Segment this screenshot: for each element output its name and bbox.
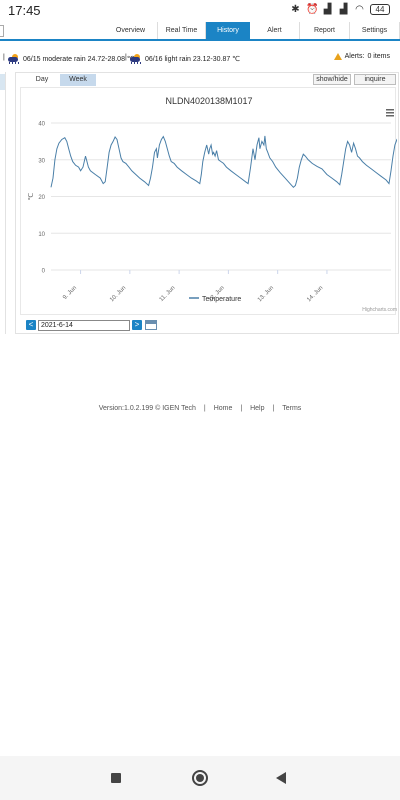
alerts-count: 0 items [367, 53, 390, 60]
footer-link-terms[interactable]: Terms [282, 405, 301, 412]
home-button[interactable] [192, 770, 208, 786]
tab-history[interactable]: History [206, 22, 250, 40]
rain-sun-icon [8, 54, 20, 64]
history-panel: Day Week show/hide inquire 0 10 20 30 40 9. … [15, 72, 399, 334]
signal-icon: ▟ [339, 4, 348, 15]
chart-svg: 010203040 9. Jun 10. Jun 11. Jun 12. Jun 13.… [28, 96, 397, 313]
tab-real-time[interactable]: Real Time [158, 22, 206, 40]
x-tick-label: 11. Jun [159, 285, 177, 303]
y-tick-label: 40 [38, 122, 45, 128]
wifi-icon: ◠ [355, 4, 364, 15]
footer: Version:1.0.2.199 © IGEN Tech | Home | H… [0, 405, 400, 412]
clock: 17:45 [8, 3, 41, 18]
footer-link-help[interactable]: Help [250, 405, 264, 412]
weather-separator: | [125, 54, 127, 61]
date-input[interactable] [38, 319, 130, 331]
forecast-day-1: 06/15 moderate rain 24.72-28.08 ℃ [8, 54, 135, 64]
back-button[interactable] [276, 772, 286, 784]
inquire-button[interactable]: inquire [354, 74, 396, 85]
tab-report[interactable]: Report [300, 22, 350, 40]
legend-item-temperature: Temperature [202, 296, 241, 303]
footer-link-home[interactable]: Home [214, 405, 233, 412]
temperature-chart: 0 10 20 30 40 9. Jun 10. Jun 11. Jun 12. Jun 13.… [20, 87, 397, 315]
footer-separator: | [272, 405, 275, 412]
tab-day[interactable]: Day [24, 74, 60, 86]
forecast-text: 06/15 moderate rain 24.72-28.08 ℃ [23, 56, 135, 63]
x-tick-label: 13. Jun [257, 285, 275, 303]
y-tick-label: 0 [42, 269, 46, 275]
warning-icon [333, 53, 342, 60]
menu-edge[interactable] [0, 25, 4, 37]
y-axis-ticks: 0 10 20 30 40 [38, 122, 45, 275]
nav-tabs: Overview Real Time History Alert Report … [104, 22, 400, 40]
temperature-series-line [50, 135, 397, 189]
alerts-label: Alerts: [344, 53, 365, 60]
tab-week[interactable]: Week [60, 74, 96, 86]
alarm-icon: ⏰ [306, 4, 319, 15]
status-bar: 17:45 ✱ ⏰ ▟ ▟ ◠ 44 [0, 0, 400, 22]
left-panel-edge [0, 72, 6, 334]
forecast-text: 06/16 light rain 23.12-30.87 ℃ [145, 56, 241, 63]
footer-separator: | [240, 405, 243, 412]
weather-separator: | [3, 54, 5, 61]
show-hide-button[interactable]: show/hide [313, 74, 351, 85]
alerts-summary[interactable]: Alerts: 0 items [333, 53, 390, 60]
signal-icon: ▟ [323, 4, 332, 15]
chart-legend[interactable]: Temperature [189, 296, 241, 303]
x-tick-label: 14. Jun [306, 285, 324, 303]
bluetooth-icon: ✱ [291, 4, 300, 15]
y-tick-label: 30 [38, 158, 45, 164]
system-navigation-bar [0, 756, 400, 800]
weather-forecast-row: | 06/15 moderate rain 24.72-28.08 ℃ | 06… [0, 50, 400, 66]
app-root: 17:45 ✱ ⏰ ▟ ▟ ◠ 44 Overview Real Time Hi… [0, 0, 400, 800]
period-tabs: Day Week [24, 74, 96, 86]
calendar-icon[interactable] [145, 320, 157, 330]
tab-alert[interactable]: Alert [250, 22, 300, 40]
y-axis-label: ℃ [28, 192, 35, 200]
version-text: Version:1.0.2.199 © IGEN Tech [98, 405, 196, 412]
forecast-day-2: 06/16 light rain 23.12-30.87 ℃ [130, 54, 240, 64]
chart-credits: Highcharts.com [362, 307, 397, 313]
rain-sun-icon [130, 54, 142, 64]
recent-apps-button[interactable] [111, 773, 121, 783]
tab-settings[interactable]: Settings [350, 22, 400, 40]
chart-grid [51, 122, 391, 271]
chart-title: NLDN4020138M1017 [165, 96, 252, 106]
date-picker-row: < > [26, 319, 157, 331]
footer-separator: | [203, 405, 206, 412]
tab-overview[interactable]: Overview [104, 22, 158, 40]
y-tick-label: 20 [38, 195, 45, 201]
prev-date-button[interactable]: < [26, 320, 36, 330]
nav-underline [0, 39, 400, 41]
top-navigation: Overview Real Time History Alert Report … [0, 22, 400, 40]
x-tick-label: 9. Jun [62, 285, 78, 301]
status-icons: ✱ ⏰ ▟ ▟ ◠ 44 [290, 4, 390, 15]
next-date-button[interactable]: > [132, 320, 142, 330]
y-tick-label: 10 [38, 232, 45, 238]
x-tick-label: 10. Jun [109, 285, 127, 303]
chart-menu-icon[interactable] [386, 109, 394, 117]
left-panel-marker[interactable] [0, 74, 5, 90]
battery-icon: 44 [370, 4, 390, 15]
